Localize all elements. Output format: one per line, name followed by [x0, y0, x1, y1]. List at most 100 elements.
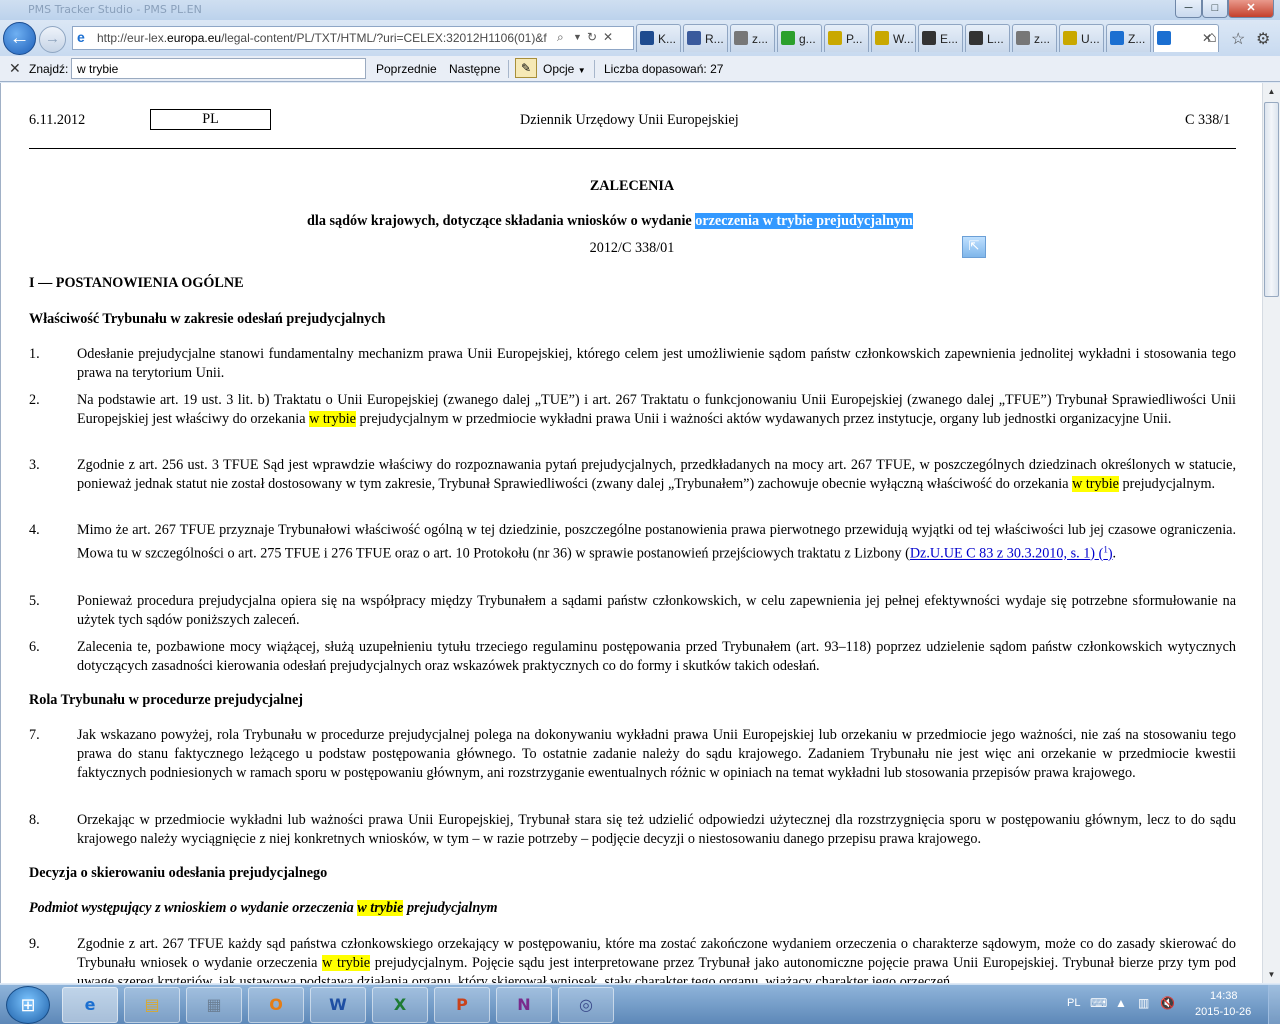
tab-favicon-icon	[1016, 31, 1030, 45]
address-domain: europa.eu	[167, 31, 222, 45]
browser-tab[interactable]: g...	[777, 24, 822, 52]
paragraph: Ponieważ procedura prejudycjalna opiera …	[77, 593, 1236, 628]
paragraph-text: .	[1112, 545, 1117, 562]
start-button[interactable]: ⊞	[6, 986, 50, 1024]
stop-icon[interactable]: ✕	[603, 30, 613, 44]
paragraph: Zgodnie z art. 256 ust. 3 TFUE Sąd jest …	[77, 456, 1236, 494]
browser-tab[interactable]: K...	[636, 24, 681, 52]
tab-favicon-icon	[828, 31, 842, 45]
taskbar-vpn-icon[interactable]: ◎	[558, 987, 614, 1023]
navigation-bar: ← → e http://eur-lex.europa.eu/legal-con…	[0, 20, 1280, 56]
browser-tab[interactable]: P...	[824, 24, 869, 52]
tab-label: g...	[799, 32, 816, 46]
paragraph-number: 8.	[29, 812, 40, 828]
footnote-number: 1	[1103, 544, 1108, 554]
browser-tab[interactable]: U...	[1059, 24, 1104, 52]
expand-icon[interactable]: ⇱	[962, 236, 986, 258]
home-icon[interactable]: ⌂	[1207, 29, 1217, 47]
refresh-icon[interactable]: ↻	[587, 30, 597, 44]
chevron-down-icon[interactable]: ▼	[573, 32, 582, 42]
close-icon[interactable]: ✕	[9, 60, 21, 77]
tab-favicon-icon	[1063, 31, 1077, 45]
tab-favicon-icon	[1110, 31, 1124, 45]
taskbar-calculator-icon[interactable]: ▦	[186, 987, 242, 1023]
journal-link-close[interactable]: )	[1090, 546, 1098, 562]
browser-tab[interactable]: L...	[965, 24, 1010, 52]
divider	[508, 60, 509, 78]
find-options-button[interactable]: Opcje ▼	[543, 62, 586, 76]
scroll-down-icon[interactable]: ▼	[1263, 966, 1280, 983]
tray-expand-icon[interactable]: ▲	[1115, 996, 1127, 1010]
keyboard-icon[interactable]: ⌨	[1090, 996, 1107, 1010]
address-bar[interactable]: e http://eur-lex.europa.eu/legal-content…	[72, 26, 634, 50]
maximize-button[interactable]: □	[1202, 0, 1228, 18]
browser-tab[interactable]: W...	[871, 24, 916, 52]
volume-muted-icon[interactable]: 🔇	[1160, 996, 1175, 1010]
language-indicator[interactable]: PL	[1067, 997, 1080, 1009]
show-desktop-button[interactable]	[1268, 985, 1280, 1024]
paragraph-number: 4.	[29, 522, 40, 538]
browser-tab[interactable]: R...	[683, 24, 728, 52]
scroll-thumb[interactable]	[1264, 102, 1279, 297]
scroll-up-icon[interactable]: ▲	[1263, 83, 1280, 100]
taskbar-powerpoint-icon[interactable]: P	[434, 987, 490, 1023]
find-input[interactable]	[71, 58, 366, 79]
vertical-scrollbar[interactable]: ▲ ▼	[1262, 83, 1280, 983]
tab-label: U...	[1081, 32, 1100, 46]
tab-favicon-icon	[781, 31, 795, 45]
tab-label: E...	[940, 32, 959, 46]
favorites-icon[interactable]: ☆	[1231, 29, 1245, 49]
forward-button[interactable]: →	[39, 26, 66, 53]
address-url[interactable]: http://eur-lex.europa.eu/legal-content/P…	[97, 31, 557, 45]
search-icon[interactable]: ⌕	[557, 30, 564, 45]
clock-date[interactable]: 2015-10-26	[1195, 1006, 1251, 1018]
browser-tab[interactable]: z...	[1012, 24, 1057, 52]
browser-tab[interactable]: z...	[730, 24, 775, 52]
search-match: w trybie	[1072, 476, 1119, 492]
tab-label: z...	[1034, 32, 1051, 46]
subheading: Rola Trybunału w procedurze prejudycjaln…	[29, 692, 304, 708]
paragraph: Zgodnie z art. 267 TFUE każdy sąd państw…	[77, 935, 1236, 983]
taskbar-outlook-icon[interactable]: O	[248, 987, 304, 1023]
document-reference: 2012/C 338/01	[589, 240, 675, 256]
paragraph: Odesłanie prejudycjalne stanowi fundamen…	[77, 346, 1236, 381]
search-match: w trybie	[309, 411, 356, 427]
subheading: Decyzja o skierowaniu odesłania prejudyc…	[29, 865, 328, 881]
journal-number: C 338/1	[1185, 112, 1231, 128]
chevron-down-icon: ▼	[577, 66, 586, 75]
taskbar-onenote-icon[interactable]: N	[496, 987, 552, 1023]
browser-tab[interactable]: Z...	[1106, 24, 1151, 52]
footnote-link[interactable]: (1)	[1099, 544, 1113, 562]
paragraph-number: 3.	[29, 457, 40, 473]
subheading: Właściwość Trybunału w zakresie odesłań …	[29, 311, 386, 327]
find-label: Znajdź:	[29, 62, 69, 76]
taskbar-ie-icon[interactable]: e	[62, 987, 118, 1023]
language-box: PL	[150, 109, 271, 130]
paragraph-text: prejudycjalnym.	[1118, 476, 1216, 492]
subtitle-text: dla sądów krajowych, dotyczące składania…	[307, 213, 696, 229]
find-previous-button[interactable]: Poprzednie	[376, 62, 437, 76]
window-title: PMS Tracker Studio - PMS PL.EN	[28, 3, 202, 16]
tab-label: z...	[752, 32, 769, 46]
selected-highlight: orzeczenia w trybie prejudycjalnym	[695, 213, 913, 229]
gear-icon[interactable]: ⚙	[1256, 29, 1270, 49]
tab-favicon-icon	[922, 31, 936, 45]
pencil-icon[interactable]: ✎	[515, 58, 537, 78]
browser-tab[interactable]: E...	[918, 24, 963, 52]
taskbar-word-icon[interactable]: W	[310, 987, 366, 1023]
tab-favicon-icon	[875, 31, 889, 45]
clock-time[interactable]: 14:38	[1210, 990, 1238, 1002]
back-button[interactable]: ←	[3, 22, 36, 55]
taskbar-explorer-icon[interactable]: ▤	[124, 987, 180, 1023]
tab-favicon-icon	[969, 31, 983, 45]
journal-link[interactable]: Dz.U.UE C 83 z 30.3.2010, s. 1	[910, 546, 1090, 562]
network-icon[interactable]: ▥	[1138, 996, 1149, 1010]
close-button[interactable]: ✕	[1228, 0, 1274, 18]
tab-label: R...	[705, 32, 724, 46]
tab-favicon-icon	[640, 31, 654, 45]
taskbar-excel-icon[interactable]: X	[372, 987, 428, 1023]
ie-page-icon: e	[77, 29, 85, 45]
minimize-button[interactable]: ─	[1175, 0, 1202, 18]
find-next-button[interactable]: Następne	[449, 62, 500, 76]
tab-label: Z...	[1128, 32, 1146, 46]
